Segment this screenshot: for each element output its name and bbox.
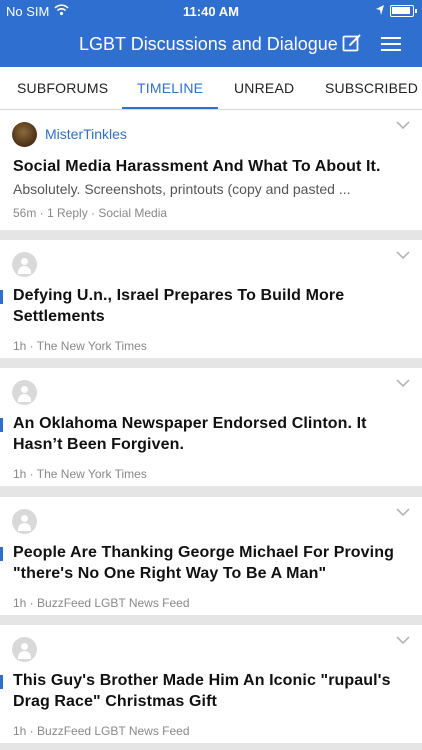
chevron-down-icon[interactable] xyxy=(396,378,410,388)
topic-title: An Oklahoma Newspaper Endorsed Clinton. … xyxy=(13,415,367,453)
avatar xyxy=(12,380,37,405)
menu-icon[interactable] xyxy=(380,35,402,53)
active-tab-indicator xyxy=(122,107,218,109)
topic-card[interactable]: Defying U.n., Israel Prepares To Build M… xyxy=(0,240,422,358)
avatar xyxy=(12,637,37,662)
avatar[interactable] xyxy=(12,122,37,147)
unread-indicator xyxy=(0,290,3,304)
topic-title: This Guy's Brother Made Him An Iconic "r… xyxy=(13,672,391,710)
topic-meta: 1h · BuzzFeed LGBT News Feed xyxy=(13,724,190,738)
unread-indicator xyxy=(0,547,3,561)
topic-card[interactable]: This Guy's Brother Made Him An Iconic "r… xyxy=(0,625,422,743)
topic-meta: 1h · The New York Times xyxy=(13,339,147,353)
chevron-down-icon[interactable] xyxy=(396,120,410,130)
topic-meta: 56m · 1 Reply · Social Media xyxy=(13,206,168,220)
topic-title: People Are Thanking George Michael For P… xyxy=(13,544,394,582)
status-bar: No SIM 11:40 AM xyxy=(0,0,422,22)
forum-title: LGBT Discussions and Dialogue xyxy=(79,34,338,54)
topic-meta: 1h · BuzzFeed LGBT News Feed xyxy=(13,596,190,610)
battery-icon xyxy=(390,5,417,17)
tab-bar: SUBFORUMS TIMELINE UNREAD SUBSCRIBED xyxy=(0,67,422,110)
topic-card[interactable]: MisterTinkles Social Media Harassment An… xyxy=(0,110,422,230)
topic-card[interactable]: People Are Thanking George Michael For P… xyxy=(0,497,422,615)
avatar xyxy=(12,252,37,277)
clock: 11:40 AM xyxy=(183,4,239,19)
avatar xyxy=(12,509,37,534)
topic-meta: 1h · The New York Times xyxy=(13,467,147,481)
tab-subforums[interactable]: SUBFORUMS xyxy=(17,80,108,96)
topic-card[interactable]: An Oklahoma Newspaper Endorsed Clinton. … xyxy=(0,368,422,486)
chevron-down-icon[interactable] xyxy=(396,507,410,517)
unread-indicator xyxy=(0,418,3,432)
compose-icon[interactable] xyxy=(342,33,362,53)
nav-bar: LGBT Discussions and Dialogue xyxy=(0,22,422,67)
tab-unread[interactable]: UNREAD xyxy=(234,80,294,96)
location-arrow-icon xyxy=(376,5,384,15)
topic-title: Social Media Harassment And What To Abou… xyxy=(13,158,381,175)
unread-indicator xyxy=(0,675,3,689)
topic-snippet: Absolutely. Screenshots, printouts (copy… xyxy=(13,181,351,197)
chevron-down-icon[interactable] xyxy=(396,250,410,260)
author-name[interactable]: MisterTinkles xyxy=(45,126,127,142)
chevron-down-icon[interactable] xyxy=(396,635,410,645)
topic-title: Defying U.n., Israel Prepares To Build M… xyxy=(13,287,345,325)
tab-timeline[interactable]: TIMELINE xyxy=(137,80,203,96)
tab-subscribed[interactable]: SUBSCRIBED xyxy=(325,80,418,96)
